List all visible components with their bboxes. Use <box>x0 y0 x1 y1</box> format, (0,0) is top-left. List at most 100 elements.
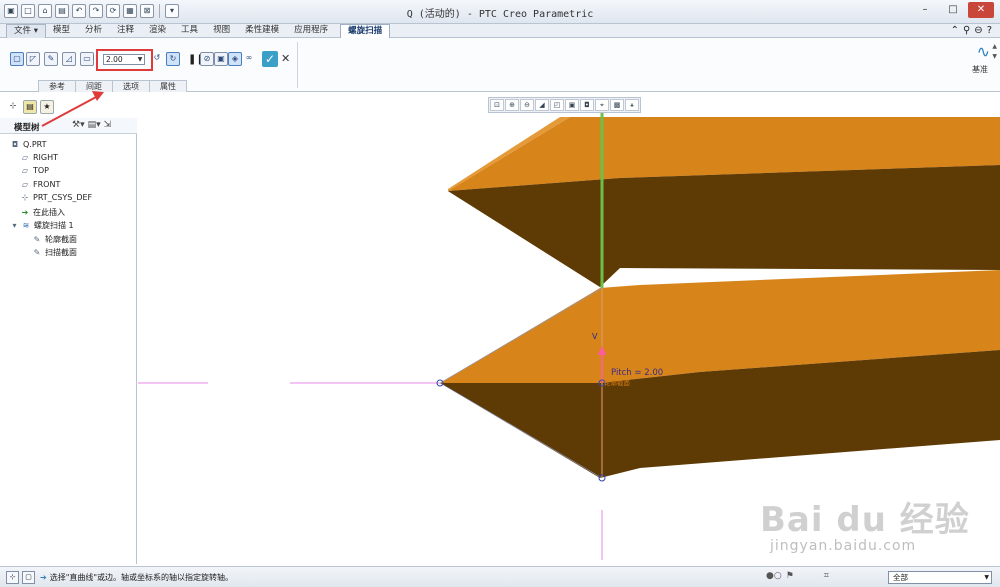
no-preview-icon[interactable]: ⊘ <box>200 52 214 66</box>
navigator-tabs: ⊹ ▤ ★ <box>0 100 136 116</box>
pitch-highlight-box <box>96 49 153 71</box>
insert-arrow-icon: ➔ <box>21 208 29 217</box>
selection-filter-dropdown[interactable]: 全部 ▼ <box>888 571 992 584</box>
thread-edge-highlight <box>448 117 570 191</box>
tree-item-helical-sweep[interactable]: ▾ ≋ 螺旋扫描 1 <box>11 220 73 231</box>
sketch-section-icon[interactable]: ✎ <box>44 52 58 66</box>
tree-item-profile-section[interactable]: ✎ 轮廓截面 <box>32 234 77 245</box>
title-bar: ▣ □ ⌂ ▤ ↶ ↷ ⟳ ▦ ⊠ ▾ Q (活动的) - PTC Creo P… <box>0 0 1000 24</box>
refit-icon[interactable]: ⊡ <box>490 99 504 111</box>
status-message: ➔ 选择"直曲线"或边。轴或坐标系的轴以指定旋转轴。 <box>40 573 234 582</box>
selection-filter-icon[interactable]: ⌗ <box>824 571 829 581</box>
tab-options[interactable]: 选项 <box>112 80 150 92</box>
toggle-navigator-icon[interactable]: ⊹ <box>6 571 19 584</box>
repaint-icon[interactable]: ◢ <box>535 99 549 111</box>
ribbon-divider <box>297 42 298 88</box>
tab-annotate[interactable]: 注释 <box>110 24 142 38</box>
flag-icon[interactable]: ⚑ <box>786 571 794 581</box>
tree-filter-icon[interactable]: ⇲ <box>104 120 112 130</box>
zoom-in-icon[interactable]: ⊕ <box>505 99 519 111</box>
csys-icon: ⊹ <box>21 193 29 202</box>
ribbon-scroll-icon[interactable]: ▲ ▼ <box>992 42 997 62</box>
plane-icon: ▱ <box>21 153 29 162</box>
left-hand-icon[interactable]: ↺ <box>150 52 164 66</box>
surface-icon[interactable]: ◸ <box>26 52 40 66</box>
window-controls: – □ ✕ <box>912 2 994 18</box>
axis-label: V <box>592 332 598 341</box>
tree-item-sweep-section[interactable]: ✎ 扫描截面 <box>32 247 77 258</box>
favorites-icon[interactable]: ★ <box>40 100 54 114</box>
tab-model[interactable]: 模型 <box>46 24 78 38</box>
helical-sweep-icon: ≋ <box>22 221 30 230</box>
expand-arrow-icon[interactable]: ▾ <box>11 221 18 230</box>
plane-icon: ▱ <box>21 166 29 175</box>
datum-label[interactable]: 基准 <box>972 64 988 75</box>
community-icon[interactable]: ⊖ <box>974 24 982 38</box>
annotation-display-icon[interactable]: ▩ <box>610 99 624 111</box>
remove-material-icon[interactable]: ◿ <box>62 52 76 66</box>
sketch-icon: ✎ <box>33 235 41 244</box>
tab-helical-sweep[interactable]: 螺旋扫描 <box>340 24 391 38</box>
solid-icon[interactable]: ▢ <box>10 52 24 66</box>
tree-item-right[interactable]: ▱ RIGHT <box>20 153 58 162</box>
tab-render[interactable]: 渲染 <box>142 24 174 38</box>
tree-item-part[interactable]: ◘ Q.PRT <box>10 140 47 149</box>
datum-display-icon[interactable]: ⌖ <box>595 99 609 111</box>
model-tree-header: 模型树 ⚒▾ ▤▾ ⇲ <box>0 118 137 134</box>
close-button[interactable]: ✕ <box>968 2 994 18</box>
tree-item-csys[interactable]: ⊹ PRT_CSYS_DEF <box>20 193 93 202</box>
tab-analysis[interactable]: 分析 <box>78 24 110 38</box>
status-bar: ⊹ ▢ ➔ 选择"直曲线"或边。轴或坐标系的轴以指定旋转轴。 ●○ ⚑ ⌗ 全部 … <box>0 566 1000 587</box>
ok-checkmark-button[interactable]: ✓ <box>262 51 278 67</box>
tree-item-front[interactable]: ▱ FRONT <box>20 180 60 189</box>
window-title: Q (活动的) - PTC Creo Parametric <box>406 9 594 20</box>
verify-icon[interactable]: ◈ <box>228 52 242 66</box>
part-icon: ◘ <box>11 140 19 149</box>
profile-section-label: 轮廓截面 <box>604 379 630 387</box>
toggle-browser-icon[interactable]: ▢ <box>22 571 35 584</box>
glasses-icon[interactable]: ∞ <box>242 52 256 66</box>
tab-view[interactable]: 视图 <box>206 24 238 38</box>
tab-references[interactable]: 参考 <box>38 80 76 92</box>
ribbon-panel: ▢ ◸ ✎ ◿ ▭ ⌇⌇ 2.00 ▼ ↺ ↻ ❚❚ ⊘ ▣ ◈ ∞ ✓ ✕ 参… <box>0 38 1000 92</box>
sketch-icon: ✎ <box>33 248 41 257</box>
ribbon-sub-tabs: 参考 间距 选项 属性 <box>38 80 187 92</box>
search-icon[interactable]: ⚲ <box>963 24 970 38</box>
status-tools: ●○ ⚑ ⌗ <box>766 571 829 581</box>
model-tree-title: 模型树 <box>14 123 40 133</box>
tree-settings-icon[interactable]: ⚒▾ <box>72 120 85 130</box>
tab-properties[interactable]: 属性 <box>149 80 187 92</box>
thread-bottom-face-upper-edge <box>448 191 600 287</box>
tree-item-insert-here[interactable]: ➔ 在此插入 <box>20 207 65 218</box>
tab-pitch[interactable]: 间距 <box>75 80 113 92</box>
tree-show-icon[interactable]: ▤▾ <box>88 120 101 130</box>
start-point-marker <box>436 379 444 387</box>
right-hand-icon[interactable]: ↻ <box>166 52 180 66</box>
datum-curve-icon[interactable]: ∿ <box>977 42 990 61</box>
tab-tools[interactable]: 工具 <box>174 24 206 38</box>
chevron-down-icon[interactable]: ▼ <box>984 572 989 583</box>
tree-item-top[interactable]: ▱ TOP <box>20 166 49 175</box>
tab-file[interactable]: 文件 ▾ <box>6 24 46 38</box>
baidu-watermark: Bai du 经验 jingyan.baidu.com <box>760 492 996 562</box>
minimize-button[interactable]: – <box>912 2 938 18</box>
reorient-icon[interactable]: ◰ <box>550 99 564 111</box>
message-arrow-icon: ➔ <box>40 573 47 582</box>
watermark-main-text: Bai du 经验 <box>760 500 970 540</box>
tab-applications[interactable]: 应用程序 <box>287 24 336 38</box>
tab-flexible-modeling[interactable]: 柔性建模 <box>238 24 287 38</box>
progress-dots-icon: ●○ <box>766 571 782 581</box>
saved-views-icon[interactable]: ▣ <box>565 99 579 111</box>
display-style-icon[interactable]: ◘ <box>580 99 594 111</box>
model-tree-tab-icon[interactable]: ⊹ <box>6 100 20 114</box>
thread-top-face-upper <box>448 117 1000 191</box>
spin-center-icon[interactable]: ⚹ <box>625 99 639 111</box>
maximize-button[interactable]: □ <box>940 2 966 18</box>
collapse-ribbon-icon[interactable]: ⌃ <box>951 24 959 38</box>
folder-browser-icon[interactable]: ▤ <box>23 100 37 114</box>
help-icon[interactable]: ? <box>987 24 992 38</box>
profile-edge-line <box>439 382 603 479</box>
cancel-x-button[interactable]: ✕ <box>281 52 290 65</box>
zoom-out-icon[interactable]: ⊖ <box>520 99 534 111</box>
preview-icon[interactable]: ▣ <box>214 52 228 66</box>
